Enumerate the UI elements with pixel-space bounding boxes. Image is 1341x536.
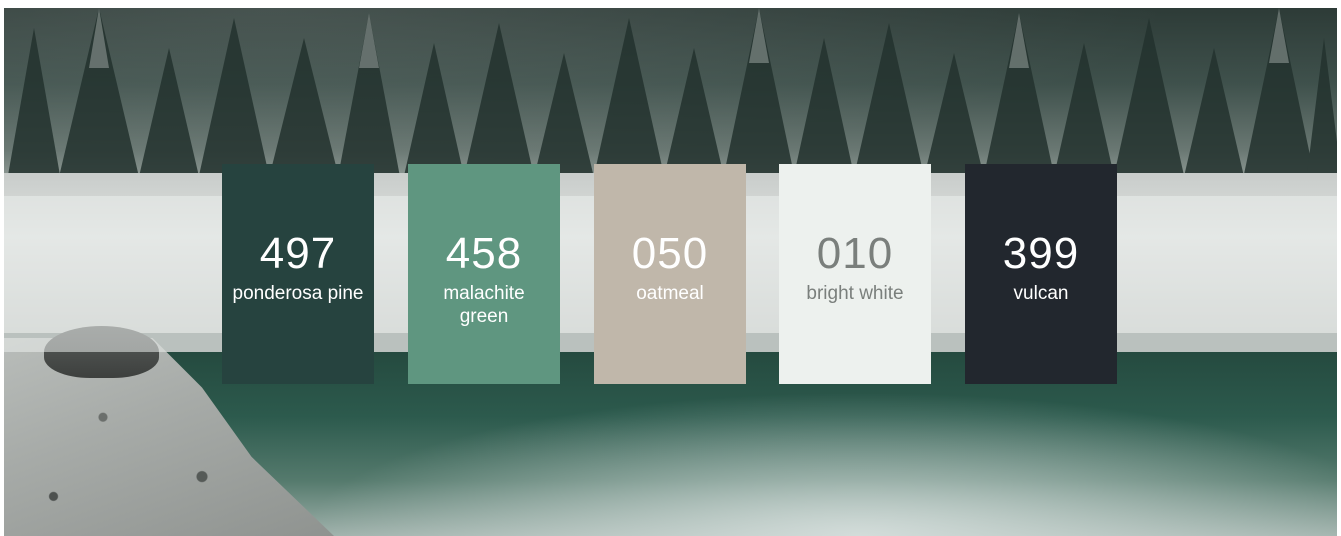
swatch-code: 399 — [1002, 229, 1080, 278]
swatch-name: malachite green — [443, 283, 525, 327]
swatch-malachite-green: 458 malachite green — [408, 164, 560, 384]
swatch-name: bright white — [806, 283, 904, 304]
swatch-name: oatmeal — [636, 283, 704, 304]
swatch-code: 458 — [445, 229, 523, 278]
swatch-oatmeal: 050 oatmeal — [594, 164, 746, 384]
swatch-name: ponderosa pine — [232, 283, 364, 304]
swatch-ponderosa-pine: 497 ponderosa pine — [222, 164, 374, 384]
swatch-code: 050 — [631, 229, 709, 278]
swatch-vulcan: 399 vulcan — [965, 164, 1117, 384]
swatch-code: 010 — [816, 229, 894, 278]
swatch-code: 497 — [259, 229, 337, 278]
swatch-name: vulcan — [1013, 283, 1069, 304]
swatch-bright-white: 010 bright white — [779, 164, 931, 384]
